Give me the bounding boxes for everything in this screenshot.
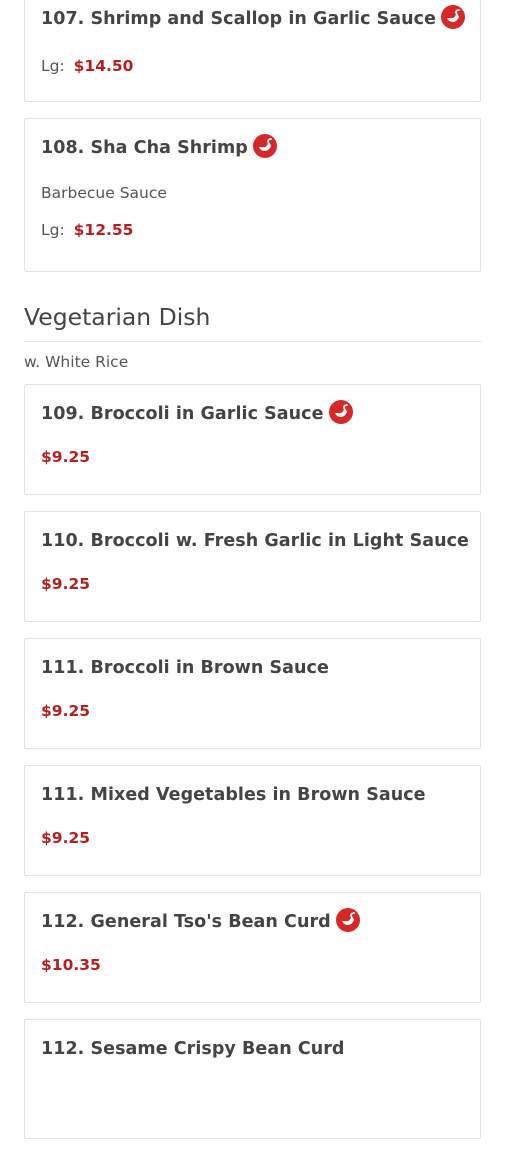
item-title: 109. Broccoli in Garlic Sauce	[41, 400, 464, 427]
item-name: 107. Shrimp and Scallop in Garlic Sauce	[41, 9, 437, 29]
item-title: 112. General Tso's Bean Curd	[41, 908, 464, 935]
menu-item-card[interactable]: 112. Sesame Crispy Bean Curd	[24, 1019, 481, 1139]
size-label: Lg:	[41, 221, 65, 239]
item-title: 112. Sesame Crispy Bean Curd	[41, 1036, 464, 1062]
price-row: $9.25	[41, 574, 464, 594]
item-name: 108. Sha Cha Shrimp	[41, 138, 248, 158]
price: $9.25	[41, 829, 91, 847]
chili-pepper-icon	[328, 400, 353, 424]
menu-item-card[interactable]: 111. Mixed Vegetables in Brown Sauce $9.…	[24, 765, 481, 876]
menu-item-card[interactable]: 109. Broccoli in Garlic Sauce $9.25	[24, 384, 481, 495]
item-name: 111. Mixed Vegetables in Brown Sauce	[41, 785, 426, 805]
item-name: 112. General Tso's Bean Curd	[41, 912, 331, 932]
item-title: 107. Shrimp and Scallop in Garlic Sauce	[41, 5, 466, 32]
item-name: 111. Broccoli in Brown Sauce	[41, 658, 329, 678]
size-label: Lg:	[41, 57, 65, 75]
price: $10.35	[41, 956, 101, 974]
item-title: 110. Broccoli w. Fresh Garlic in Light S…	[41, 528, 469, 554]
chili-pepper-icon	[441, 5, 466, 29]
menu-item-card[interactable]: 112. General Tso's Bean Curd $10.35	[24, 892, 481, 1003]
section-subtitle: w. White Rice	[24, 353, 129, 371]
price-row: $9.25	[41, 701, 464, 721]
menu-item-card[interactable]: 108. Sha Cha Shrimp Barbecue Sauce Lg: $…	[24, 118, 481, 272]
price-row: Lg: $14.50	[41, 56, 464, 76]
item-name: 109. Broccoli in Garlic Sauce	[41, 404, 324, 424]
chili-pepper-icon	[335, 908, 360, 932]
price-row: $9.25	[41, 447, 464, 467]
item-description: Barbecue Sauce	[41, 184, 167, 202]
item-title: 111. Broccoli in Brown Sauce	[41, 655, 464, 681]
price-row: $9.25	[41, 828, 464, 848]
item-name: 110. Broccoli w. Fresh Garlic in Light S…	[41, 531, 469, 551]
item-title: 111. Mixed Vegetables in Brown Sauce	[41, 782, 464, 808]
chili-pepper-icon	[252, 134, 277, 158]
menu-item-card[interactable]: 110. Broccoli w. Fresh Garlic in Light S…	[24, 511, 481, 622]
item-title: 108. Sha Cha Shrimp	[41, 134, 464, 161]
price-row: $10.35	[41, 955, 464, 975]
menu-item-card[interactable]: 111. Broccoli in Brown Sauce $9.25	[24, 638, 481, 749]
menu-item-card[interactable]: 107. Shrimp and Scallop in Garlic Sauce …	[24, 0, 481, 102]
price: $9.25	[41, 448, 91, 466]
section-header: Vegetarian Dish w. White Rice	[24, 288, 481, 384]
item-name: 112. Sesame Crispy Bean Curd	[41, 1039, 345, 1059]
price-row: Lg: $12.55	[41, 220, 464, 240]
price: $9.25	[41, 702, 91, 720]
price: $12.55	[73, 221, 134, 239]
section-title: Vegetarian Dish	[24, 288, 481, 342]
menu-list: 107. Shrimp and Scallop in Garlic Sauce …	[24, 0, 481, 1155]
price: $9.25	[41, 575, 91, 593]
price: $14.50	[73, 57, 134, 75]
